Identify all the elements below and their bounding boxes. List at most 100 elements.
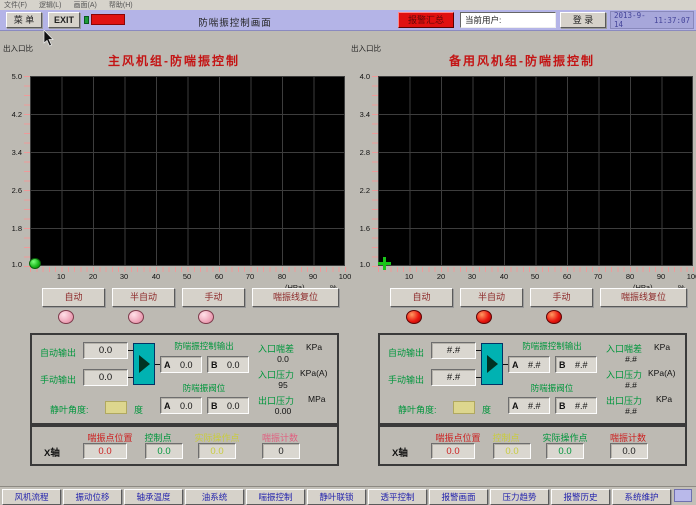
auto-output-value: #.# (431, 342, 476, 359)
mouse-cursor (43, 30, 55, 48)
x-tick-label: 20 (430, 272, 452, 281)
outlet-press-unit: MPa (308, 394, 325, 404)
manual-output-value: 0.0 (83, 369, 128, 386)
operating-point-value: 0.0 (546, 443, 584, 459)
nav-system-maintenance[interactable]: 系统维护 (612, 489, 671, 505)
a-value: 0.0 (175, 401, 199, 411)
main-menu-button[interactable]: 菜 单 (6, 12, 42, 28)
control-output-panel: 自动输出 #.# 手动输出 #.# 防喘振控制输出 A #.# B #.# 防喘… (378, 333, 687, 425)
asc-output-label: 防喘振控制输出 (502, 340, 602, 352)
nav-bearing-temperature[interactable]: 轴承温度 (124, 489, 183, 505)
auto-mode-button[interactable]: 自动 (42, 288, 105, 307)
chart-title: 备用风机组-防喘振控制 (348, 52, 696, 69)
asc-output-a: A #.# (508, 356, 550, 373)
semi-auto-lamp-icon (128, 310, 144, 324)
valve-position-label: 防喘振阀位 (502, 382, 602, 394)
date-text: 2013-9-14 (614, 11, 654, 29)
blade-angle-unit: 度 (134, 403, 143, 416)
menu-file[interactable]: 文件(F) (4, 0, 27, 10)
semi-auto-mode-button[interactable]: 半自动 (460, 288, 523, 307)
blade-angle-label: 静叶角度: (50, 403, 89, 416)
valve-a: A 0.0 (160, 397, 202, 414)
y-tick-label: 1.6 (349, 224, 370, 233)
menu-screen[interactable]: 画面(A) (74, 0, 97, 10)
inlet-diff-value: #.# (616, 354, 646, 364)
b-label: B (211, 401, 218, 411)
bottom-bar-selection-indicator (674, 489, 692, 502)
y-tick-label: 3.4 (1, 148, 22, 157)
x-tick-label: 70 (587, 272, 609, 281)
current-user-field[interactable]: 当前用户: (460, 12, 556, 28)
manual-mode-button[interactable]: 手动 (182, 288, 245, 307)
x-tick-label: 90 (302, 272, 324, 281)
asc-output-b: B #.# (555, 356, 597, 373)
nav-turbine-control[interactable]: 透平控制 (368, 489, 427, 505)
a-value: #.# (523, 401, 547, 411)
y-tick-label: 4.2 (1, 110, 22, 119)
datetime-display: 2013-9-14 11:37:07 (610, 11, 694, 29)
auto-output-value: 0.0 (83, 342, 128, 359)
semi-auto-lamp-icon (476, 310, 492, 324)
selector-triangle-icon (133, 343, 155, 385)
bottom-nav-bar: 风机流程 振动位移 轴承温度 油系统 喘振控制 静叶联锁 透平控制 报警画面 压… (0, 486, 696, 505)
x-tick-label: 30 (461, 272, 483, 281)
nav-alarm-screen[interactable]: 报警画面 (429, 489, 488, 505)
alarm-summary-button[interactable]: 报警汇总 (398, 12, 454, 28)
chart-title: 主风机组-防喘振控制 (0, 52, 348, 69)
surge-line-reset-button[interactable]: 喘振线复位 (600, 288, 687, 307)
x-tick-label: 20 (82, 272, 104, 281)
inlet-press-unit: KPa(A) (648, 368, 675, 378)
semi-auto-mode-button[interactable]: 半自动 (112, 288, 175, 307)
auto-mode-button[interactable]: 自动 (390, 288, 453, 307)
valve-position-label: 防喘振阀位 (154, 382, 254, 394)
title-bar: 菜 单 EXIT 防喘振控制画面 报警汇总 当前用户: 登 录 2013-9-1… (0, 10, 696, 31)
inlet-press-value: #.# (616, 380, 646, 390)
auto-output-label: 自动输出 (388, 346, 424, 359)
blade-angle-unit: 度 (482, 403, 491, 416)
nav-oil-system[interactable]: 油系统 (185, 489, 244, 505)
x-tick-label: 10 (398, 272, 420, 281)
valve-b: B 0.0 (207, 397, 249, 414)
surge-count-value: 0 (262, 443, 300, 459)
menu-logic[interactable]: 逻辑(L) (39, 0, 62, 10)
nav-pressure-trend[interactable]: 压力趋势 (490, 489, 549, 505)
y-tick-label: 2.2 (349, 186, 370, 195)
b-label: B (559, 401, 566, 411)
nav-surge-control[interactable]: 喘振控制 (246, 489, 305, 505)
outlet-press-unit: KPa (656, 394, 672, 404)
asc-output-label: 防喘振控制输出 (154, 340, 254, 352)
auto-lamp-icon (58, 310, 74, 324)
exit-button[interactable]: EXIT (48, 12, 80, 28)
manual-lamp-icon (546, 310, 562, 324)
x-tick-label: 70 (239, 272, 261, 281)
y-tick-label: 5.0 (1, 72, 22, 81)
asc-output-b: B 0.0 (207, 356, 249, 373)
inlet-press-unit: KPa(A) (300, 368, 327, 378)
nav-fan-process[interactable]: 风机流程 (2, 489, 61, 505)
x-axis-values-panel: X轴 喘振点位置 控制点 实际操作点 喘振计数 0.0 0.0 0.0 0 (30, 425, 339, 466)
menu-help[interactable]: 帮助(H) (109, 0, 133, 10)
nav-vibration-displacement[interactable]: 振动位移 (63, 489, 122, 505)
x-tick-label: 30 (113, 272, 135, 281)
b-value: 0.0 (222, 360, 246, 370)
screen-title: 防喘振控制画面 (150, 15, 320, 29)
manual-mode-button[interactable]: 手动 (530, 288, 593, 307)
x-axis-row-label: X轴 (44, 445, 60, 459)
nav-blade-interlock[interactable]: 静叶联锁 (307, 489, 366, 505)
valve-a: A #.# (508, 397, 550, 414)
x-axis-values-panel: X轴 喘振点位置 控制点 实际操作点 喘振计数 0.0 0.0 0.0 0.0 (378, 425, 687, 466)
y-tick-label: 3.4 (349, 110, 370, 119)
surge-chart-plot (30, 76, 345, 266)
login-button[interactable]: 登 录 (560, 12, 606, 28)
x-tick-label: 40 (145, 272, 167, 281)
surge-line-reset-button[interactable]: 喘振线复位 (252, 288, 339, 307)
x-tick-label: 10 (50, 272, 72, 281)
b-value: #.# (570, 360, 594, 370)
nav-alarm-history[interactable]: 报警历史 (551, 489, 610, 505)
manual-output-label: 手动输出 (40, 373, 76, 386)
x-tick-label: 50 (524, 272, 546, 281)
surge-chart-plot (378, 76, 693, 266)
surge-marker-cross-icon (378, 257, 391, 270)
a-value: #.# (523, 360, 547, 370)
operating-point-value: 0.0 (198, 443, 236, 459)
